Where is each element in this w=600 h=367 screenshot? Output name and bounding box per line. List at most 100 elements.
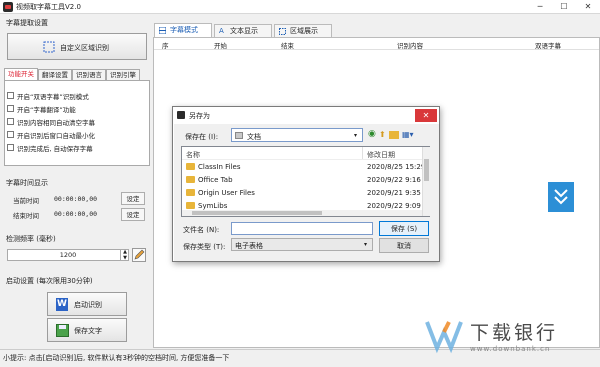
back-arrow-icon[interactable]: ◉ — [368, 129, 376, 139]
save-in-dropdown-icon: ▾ — [354, 132, 358, 139]
word-icon: W — [56, 298, 68, 311]
file-date: 2020/8/25 15:29 — [367, 163, 426, 171]
folder-icon — [186, 176, 195, 183]
dialog-cancel-button[interactable]: 取消 — [379, 238, 429, 253]
vertical-scroll-thumb[interactable] — [424, 159, 429, 181]
dialog-save-button[interactable]: 保存 (S) — [379, 221, 429, 236]
horizontal-scroll-thumb[interactable] — [192, 211, 322, 215]
custom-region-button[interactable]: 自定义区域识别 — [7, 33, 147, 60]
dialog-close-button[interactable]: ✕ — [415, 109, 437, 122]
column-header-bilingual[interactable]: 双语字幕 — [535, 40, 561, 50]
tab-text-display-label: 文本显示 — [230, 27, 258, 35]
filetype-label: 保存类型 (T): — [183, 243, 226, 251]
column-header-content[interactable]: 识别内容 — [397, 40, 423, 50]
minimize-button[interactable]: ─ — [528, 0, 552, 14]
filename-input[interactable] — [231, 222, 373, 235]
option-autosave-label: 识别完成后, 自动保存字幕 — [17, 145, 93, 153]
tab-subtitle-mode[interactable]: 字幕模式 — [154, 23, 212, 37]
tab-subtitle-mode-label: 字幕模式 — [170, 26, 198, 34]
column-divider — [362, 147, 363, 159]
file-date: 2020/9/21 9:35 — [367, 189, 421, 197]
app-icon — [3, 2, 13, 12]
option-minimize-checkbox[interactable] — [7, 131, 14, 138]
folder-icon — [186, 163, 195, 170]
dialog-title-bar: 另存为 ✕ — [173, 107, 439, 124]
column-header-start[interactable]: 开始 — [214, 40, 227, 50]
option-translate-checkbox[interactable] — [7, 105, 14, 112]
set-current-time-button[interactable]: 设定 — [121, 192, 145, 205]
maximize-button[interactable]: ☐ — [552, 0, 576, 14]
save-in-value: 文档 — [247, 133, 261, 141]
start-recognition-label: 启动识别 — [74, 301, 102, 309]
watermark-text: 下载银行 — [470, 322, 559, 344]
file-item[interactable]: SymLibs — [186, 202, 227, 210]
file-item[interactable]: Origin User Files — [186, 189, 255, 197]
filetype-value: 电子表格 — [235, 242, 263, 250]
tab-feature-switch[interactable]: 功能开关 — [4, 68, 38, 80]
text-a-icon: A — [219, 27, 224, 35]
horizontal-scrollbar[interactable] — [182, 210, 422, 216]
file-list[interactable]: 名称 修改日期 ClassIn Files 2020/8/25 15:29 Of… — [181, 146, 430, 217]
option-clear-same-label: 识别内容相同自动清空字幕 — [17, 119, 95, 127]
file-item[interactable]: Office Tab — [186, 176, 233, 184]
filetype-dropdown-icon: ▾ — [364, 241, 368, 248]
file-item[interactable]: ClassIn Files — [186, 163, 241, 171]
save-as-dialog: 另存为 ✕ 保存在 (I): 文档 ▾ ◉ ⬆ ▦▾ 名称 修改日期 Class… — [172, 106, 440, 262]
time-group-label: 字幕时间显示 — [6, 179, 48, 187]
frequency-group-label: 检测频率 (毫秒) — [6, 235, 56, 243]
tab-recognition-engine[interactable]: 识别引擎 — [106, 69, 140, 80]
close-button[interactable]: ✕ — [576, 0, 600, 14]
vertical-scrollbar[interactable] — [422, 147, 430, 216]
option-autosave-checkbox[interactable] — [7, 144, 14, 151]
end-time-value: 00:00:00,00 — [54, 210, 98, 218]
dialog-title: 另存为 — [189, 112, 210, 120]
pencil-icon — [134, 249, 145, 260]
region-select-icon — [43, 41, 55, 53]
end-time-label: 结束时间 — [13, 212, 39, 220]
save-text-label: 保存文字 — [74, 327, 102, 335]
set-end-time-button[interactable]: 设定 — [121, 208, 145, 221]
extract-group-label: 字幕提取设置 — [6, 19, 48, 27]
frequency-input[interactable]: 1200 — [7, 249, 129, 261]
start-group-label: 启动设置 (每次限用30分钟) — [6, 277, 93, 285]
documents-icon — [235, 132, 243, 139]
option-bilingual-checkbox[interactable] — [7, 92, 14, 99]
grid-icon — [159, 27, 166, 34]
option-clear-same-checkbox[interactable] — [7, 118, 14, 125]
option-translate-label: 开启“字幕翻译”功能 — [17, 106, 76, 114]
region-icon — [279, 28, 286, 35]
filetype-select[interactable]: 电子表格 ▾ — [231, 238, 373, 251]
tab-recognition-language[interactable]: 识别语言 — [72, 69, 106, 80]
file-date: 2020/9/22 9:09 — [367, 202, 421, 210]
video-float-icon[interactable] — [548, 182, 574, 212]
edit-frequency-button[interactable] — [132, 248, 146, 262]
column-header-end[interactable]: 结束 — [281, 40, 294, 50]
up-folder-icon[interactable]: ⬆ — [379, 130, 386, 139]
start-recognition-button[interactable]: W 启动识别 — [47, 292, 127, 316]
current-time-value: 00:00:00,00 — [54, 195, 98, 203]
current-time-label: 当前时间 — [13, 197, 39, 205]
tab-region-display-label: 区域展示 — [290, 27, 318, 35]
save-text-button[interactable]: 保存文字 — [47, 318, 127, 342]
tab-translation-settings[interactable]: 翻译设置 — [38, 69, 72, 80]
watermark-url: www.downbank.cn — [470, 345, 551, 353]
status-text: 小提示: 点击[启动识别]后, 软件默认有3秒钟的空档时间, 方便您准备一下 — [3, 354, 230, 362]
custom-region-label: 自定义区域识别 — [60, 44, 109, 52]
folder-icon — [186, 189, 195, 196]
column-header-index[interactable]: 序 — [162, 40, 169, 50]
title-bar: 视频取字幕工具V2.0 ─ ☐ ✕ — [0, 0, 600, 14]
save-in-select[interactable]: 文档 ▾ — [231, 128, 363, 142]
tab-region-display[interactable]: 区域展示 — [274, 24, 332, 38]
window-title: 视频取字幕工具V2.0 — [16, 3, 81, 11]
down-chevron-icon — [554, 189, 568, 205]
option-bilingual-label: 开启“双语字幕”识别模式 — [17, 93, 89, 101]
save-in-label: 保存在 (I): — [185, 133, 219, 141]
view-menu-icon[interactable]: ▦▾ — [402, 130, 414, 139]
option-minimize-label: 开启识别后窗口自动最小化 — [17, 132, 95, 140]
frequency-spinner[interactable]: ▲ ▼ — [120, 249, 129, 261]
watermark-logo-icon — [425, 321, 463, 354]
new-folder-icon[interactable] — [389, 131, 399, 139]
save-disk-icon — [56, 324, 69, 337]
tab-text-display[interactable]: A 文本显示 — [214, 24, 272, 38]
dialog-app-icon — [177, 111, 185, 119]
